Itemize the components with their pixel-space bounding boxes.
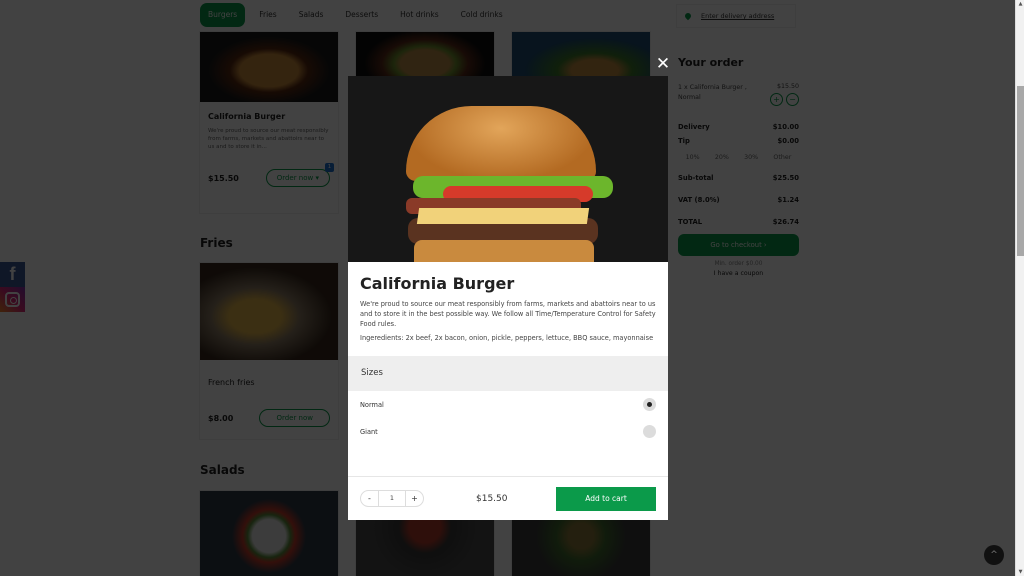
size-label: Normal [360, 400, 384, 409]
product-description: We're proud to source our meat responsib… [360, 300, 656, 328]
bun-bottom-shape [414, 240, 594, 262]
modal-price: $15.50 [476, 493, 508, 504]
quantity-decrease-button[interactable]: - [361, 491, 378, 506]
add-to-cart-button[interactable]: Add to cart [556, 486, 656, 511]
scroll-to-top-button[interactable]: ^ [984, 545, 1004, 565]
size-option-giant[interactable]: Giant [348, 418, 668, 445]
close-modal-icon[interactable]: ✕ [655, 56, 671, 73]
quantity-input[interactable]: 1 [378, 491, 406, 506]
quantity-increase-button[interactable]: + [406, 491, 423, 506]
scroll-up-arrow[interactable]: ▲ [1017, 0, 1024, 8]
quantity-stepper: - 1 + [360, 490, 424, 507]
bun-top-shape [406, 106, 596, 181]
scrollbar-thumb[interactable] [1017, 86, 1024, 256]
size-radio-normal[interactable] [643, 398, 656, 411]
size-radio-giant[interactable] [643, 425, 656, 438]
page-scrollbar[interactable]: ▲ ▼ [1015, 0, 1024, 576]
cheese-shape [416, 208, 590, 224]
product-title: California Burger [360, 274, 515, 293]
modal-footer: - 1 + $15.50 Add to cart [348, 476, 668, 520]
scroll-down-arrow[interactable]: ▼ [1017, 568, 1024, 576]
sizes-heading: Sizes [348, 356, 668, 391]
size-label: Giant [360, 427, 378, 436]
product-ingredients: Ingeredients: 2x beef, 2x bacon, onion, … [360, 334, 654, 342]
product-image [348, 76, 668, 262]
size-option-normal[interactable]: Normal [348, 391, 668, 418]
product-modal: California Burger We're proud to source … [348, 76, 668, 520]
